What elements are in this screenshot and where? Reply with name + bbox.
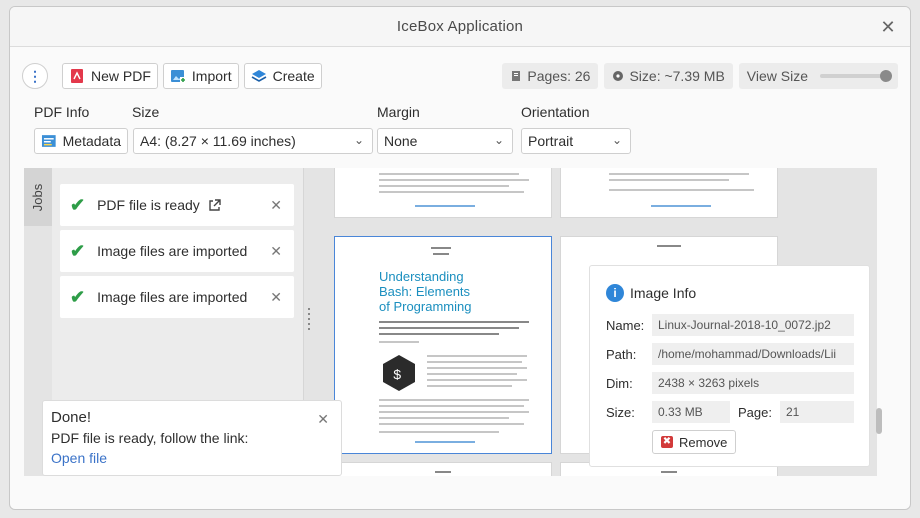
remove-label: Remove bbox=[679, 434, 728, 450]
margin-select[interactable]: None ⌄ bbox=[377, 128, 513, 154]
metadata-button[interactable]: Metadata bbox=[34, 128, 128, 154]
job-label: Image files are imported bbox=[97, 289, 248, 305]
orientation-label: Orientation bbox=[521, 104, 590, 120]
path-value: /home/mohammad/Downloads/Lii bbox=[652, 343, 854, 365]
grid-scrollbar[interactable] bbox=[876, 408, 882, 434]
page-thumbnail[interactable] bbox=[560, 168, 778, 218]
close-icon[interactable]: ✕ bbox=[878, 17, 898, 37]
pdf-info-label: PDF Info bbox=[34, 104, 90, 120]
job-item: ✔ Image files are imported ✕ bbox=[60, 230, 294, 272]
close-icon[interactable]: ✕ bbox=[317, 411, 329, 428]
create-label: Create bbox=[272, 68, 315, 84]
import-label: Import bbox=[191, 68, 232, 84]
view-size-control: View Size bbox=[738, 63, 898, 89]
metadata-label: Metadata bbox=[62, 133, 121, 149]
bash-logo-icon: $ bbox=[383, 355, 415, 391]
page-thumbnail-selected[interactable]: Understanding Bash: Elements of Programm… bbox=[334, 236, 552, 454]
job-item: ✔ PDF file is ready ✕ bbox=[60, 184, 294, 226]
chevron-down-icon: ⌄ bbox=[493, 133, 504, 147]
info-icon: i bbox=[606, 284, 624, 302]
done-notification: Done! PDF file is ready, follow the link… bbox=[42, 400, 342, 476]
remove-button[interactable]: ✖ Remove bbox=[652, 430, 737, 454]
page-value: 21 bbox=[780, 401, 854, 423]
name-label: Name: bbox=[606, 318, 645, 333]
toolbar: ⋮ New PDF Import Create Pages: 26 Size: … bbox=[22, 62, 898, 90]
layers-icon bbox=[251, 70, 266, 82]
image-info-panel: i Image Info Name: Linux-Journal-2018-10… bbox=[589, 265, 870, 467]
size-select[interactable]: A4: (8.27 × 11.69 inches) ⌄ bbox=[133, 128, 373, 154]
orientation-select[interactable]: Portrait ⌄ bbox=[521, 128, 631, 154]
remove-icon: ✖ bbox=[661, 436, 673, 448]
stats-group: Pages: 26 Size: ~7.39 MB View Size bbox=[496, 63, 898, 89]
menu-button[interactable]: ⋮ bbox=[22, 63, 48, 89]
margin-label: Margin bbox=[377, 104, 420, 120]
article-title: Understanding Bash: Elements of Programm… bbox=[379, 269, 472, 314]
dim-value: 2438 × 3263 pixels bbox=[652, 372, 854, 394]
size-value: A4: (8.27 × 11.69 inches) bbox=[140, 133, 296, 149]
view-size-label: View Size bbox=[746, 68, 808, 84]
checkmark-icon: ✔ bbox=[70, 240, 86, 261]
orientation-value: Portrait bbox=[528, 133, 574, 149]
import-image-icon bbox=[170, 70, 186, 83]
disk-icon bbox=[613, 71, 624, 81]
jobs-tab[interactable]: Jobs bbox=[24, 168, 52, 226]
image-info-header: i Image Info bbox=[606, 284, 696, 302]
dismiss-icon[interactable]: ✕ bbox=[270, 197, 282, 214]
size-readout: Size: ~7.39 MB bbox=[604, 63, 733, 89]
chevron-down-icon: ⌄ bbox=[353, 133, 364, 147]
svg-text:$: $ bbox=[393, 368, 401, 384]
dismiss-icon[interactable]: ✕ bbox=[270, 289, 282, 306]
notification-text: PDF file is ready, follow the link: bbox=[51, 430, 249, 446]
path-label: Path: bbox=[606, 347, 637, 362]
pdf-file-icon bbox=[71, 69, 83, 83]
dismiss-icon[interactable]: ✕ bbox=[270, 243, 282, 260]
options-row: PDF Info Metadata Size A4: (8.27 × 11.69… bbox=[24, 104, 896, 154]
notification-title: Done! bbox=[51, 409, 92, 426]
job-label: Image files are imported bbox=[97, 243, 248, 259]
more-vert-icon: ⋮ bbox=[28, 67, 42, 84]
size-label: Size: bbox=[606, 405, 635, 420]
metadata-icon bbox=[41, 135, 56, 147]
pages-text: Pages: 26 bbox=[527, 68, 591, 84]
page-label: Page: bbox=[738, 405, 772, 420]
slider-handle[interactable] bbox=[880, 70, 892, 82]
external-link-icon[interactable] bbox=[208, 198, 221, 212]
page-thumbnail[interactable] bbox=[334, 462, 552, 476]
create-button[interactable]: Create bbox=[243, 63, 322, 89]
pages-count: Pages: 26 bbox=[502, 63, 599, 89]
job-item: ✔ Image files are imported ✕ bbox=[60, 276, 294, 318]
window-title: IceBox Application bbox=[396, 18, 524, 35]
page-thumbnail[interactable] bbox=[334, 168, 552, 218]
view-size-slider[interactable] bbox=[820, 70, 892, 82]
checkmark-icon: ✔ bbox=[70, 194, 86, 215]
chevron-down-icon: ⌄ bbox=[611, 133, 622, 147]
title-bar: IceBox Application ✕ bbox=[10, 7, 910, 47]
size-text: Size: ~7.39 MB bbox=[629, 68, 725, 84]
open-file-link[interactable]: Open file bbox=[51, 450, 333, 466]
margin-value: None bbox=[384, 133, 418, 149]
size-label: Size bbox=[132, 104, 160, 120]
resize-grip[interactable] bbox=[307, 308, 311, 336]
import-button[interactable]: Import bbox=[162, 63, 239, 89]
name-value: Linux-Journal-2018-10_0072.jp2 bbox=[652, 314, 854, 336]
document-icon bbox=[512, 71, 521, 81]
jobs-tab-label: Jobs bbox=[30, 183, 46, 211]
image-info-title: Image Info bbox=[630, 285, 697, 301]
new-pdf-button[interactable]: New PDF bbox=[62, 63, 158, 89]
job-label: PDF file is ready bbox=[97, 197, 200, 213]
checkmark-icon: ✔ bbox=[70, 286, 86, 307]
size-value: 0.33 MB bbox=[652, 401, 730, 423]
new-pdf-label: New PDF bbox=[91, 68, 151, 84]
dim-label: Dim: bbox=[606, 376, 633, 391]
